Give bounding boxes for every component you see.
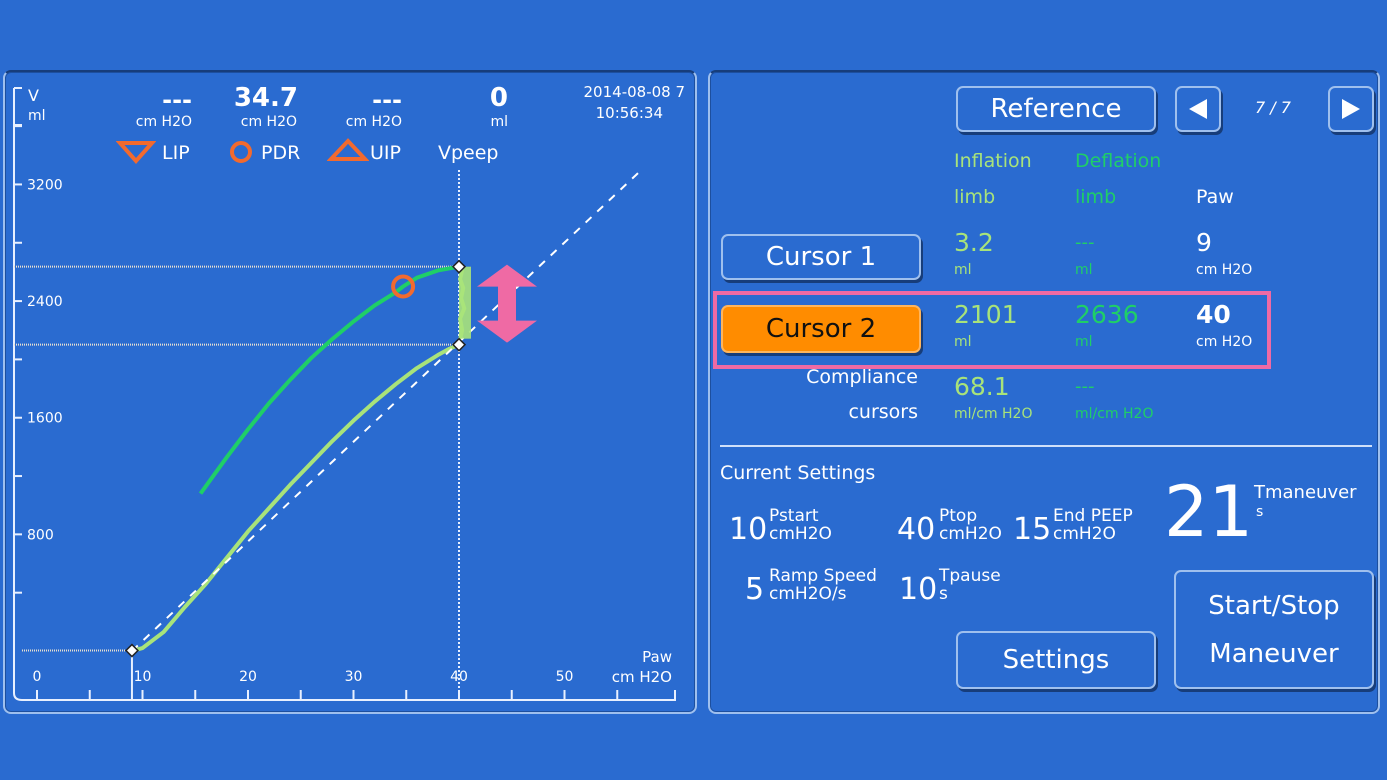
pv-loop-plot: 8001600240032000 10 20 30 40 50 [13, 87, 676, 701]
ramp-speed-unit: cmH2O/s [769, 584, 847, 604]
next-button[interactable] [1328, 86, 1374, 132]
y-tick-label: 3200 [27, 177, 63, 193]
deflation-header-sub: limb [1075, 186, 1117, 208]
cursor2-paw-unit: cm H2O [1196, 334, 1253, 350]
start-stop-maneuver-button[interactable]: Start/Stop Maneuver [1174, 570, 1374, 689]
end-peep-value: 15 [1013, 512, 1052, 547]
compliance-deflation-unit: ml/cm H2O [1075, 406, 1154, 422]
cursor-1-button[interactable]: Cursor 1 [721, 234, 921, 280]
cursor2-paw-value: 40 [1196, 300, 1231, 329]
cursor1-inflation-value: 3.2 [954, 228, 994, 257]
cursor2-deflation-unit: ml [1075, 334, 1093, 350]
cursor1-paw-unit: cm H2O [1196, 262, 1253, 278]
page-indicator: 7 / 7 [1255, 98, 1291, 117]
cursor-2-button[interactable]: Cursor 2 [721, 305, 921, 353]
maneuver-label: Maneuver [1209, 638, 1339, 669]
cursor1-paw-value: 9 [1196, 228, 1212, 257]
cursor1-deflation-unit: ml [1075, 262, 1093, 278]
tmaneuver-unit: s [1256, 504, 1264, 520]
ramp-speed-value: 5 [745, 572, 765, 607]
triangle-left-icon [1189, 99, 1207, 119]
x-tick-label: 0 [33, 669, 42, 685]
ptop-unit: cmH2O [939, 524, 1002, 544]
x-axis-line [13, 690, 676, 701]
pstart-value: 10 [729, 512, 768, 547]
tmaneuver-value: 21 [1164, 471, 1254, 553]
x-tick-label: 30 [345, 669, 363, 685]
tpause-label: Tpause [939, 566, 1001, 586]
inflation-header-sub: limb [954, 186, 996, 208]
end-peep-unit: cmH2O [1053, 524, 1116, 544]
ptop-value: 40 [897, 512, 936, 547]
current-settings-title: Current Settings [720, 462, 876, 484]
previous-button[interactable] [1175, 86, 1221, 132]
divider [720, 445, 1372, 447]
compliance-inflation-value: 68.1 [954, 372, 1010, 401]
compliance-label: Compliance [806, 366, 918, 388]
cursor2-inflation-value: 2101 [954, 300, 1018, 329]
compliance-deflation-value: --- [1075, 376, 1095, 397]
y-tick-label: 800 [27, 527, 54, 543]
paw-header: Paw [1196, 186, 1234, 208]
ramp-speed-label: Ramp Speed [769, 566, 877, 586]
compliance-sublabel: cursors [848, 401, 918, 423]
compliance-inflation-unit: ml/cm H2O [954, 406, 1033, 422]
reference-button[interactable]: Reference [956, 86, 1156, 132]
cursor2-inflation-unit: ml [954, 334, 972, 350]
x-tick-label: 50 [556, 669, 574, 685]
tmaneuver-label: Tmaneuver [1254, 482, 1357, 503]
y-tick-label: 1600 [27, 411, 63, 427]
start-stop-label: Start/Stop [1208, 590, 1340, 621]
x-tick-label: 20 [239, 669, 257, 685]
cursor1-inflation-unit: ml [954, 262, 972, 278]
cursor2-deflation-value: 2636 [1075, 300, 1139, 329]
y-tick-label: 2400 [27, 294, 63, 310]
end-peep-label: End PEEP [1053, 506, 1133, 526]
cursor2-inflation-marker [451, 337, 467, 352]
tpause-value: 10 [899, 572, 938, 607]
ptop-label: Ptop [939, 506, 978, 526]
series-deflation-limb [198, 264, 460, 495]
pstart-label: Pstart [769, 506, 819, 526]
tpause-unit: s [939, 584, 948, 604]
inflation-header: Inflation [954, 150, 1032, 172]
vpeep-settling-band [459, 266, 471, 339]
pstart-unit: cmH2O [769, 524, 832, 544]
triangle-right-icon [1342, 99, 1360, 119]
x-tick-label: 10 [134, 669, 152, 685]
settings-button[interactable]: Settings [956, 631, 1156, 689]
cursor1-deflation-value: --- [1075, 232, 1095, 253]
deflation-header: Deflation [1075, 150, 1162, 172]
